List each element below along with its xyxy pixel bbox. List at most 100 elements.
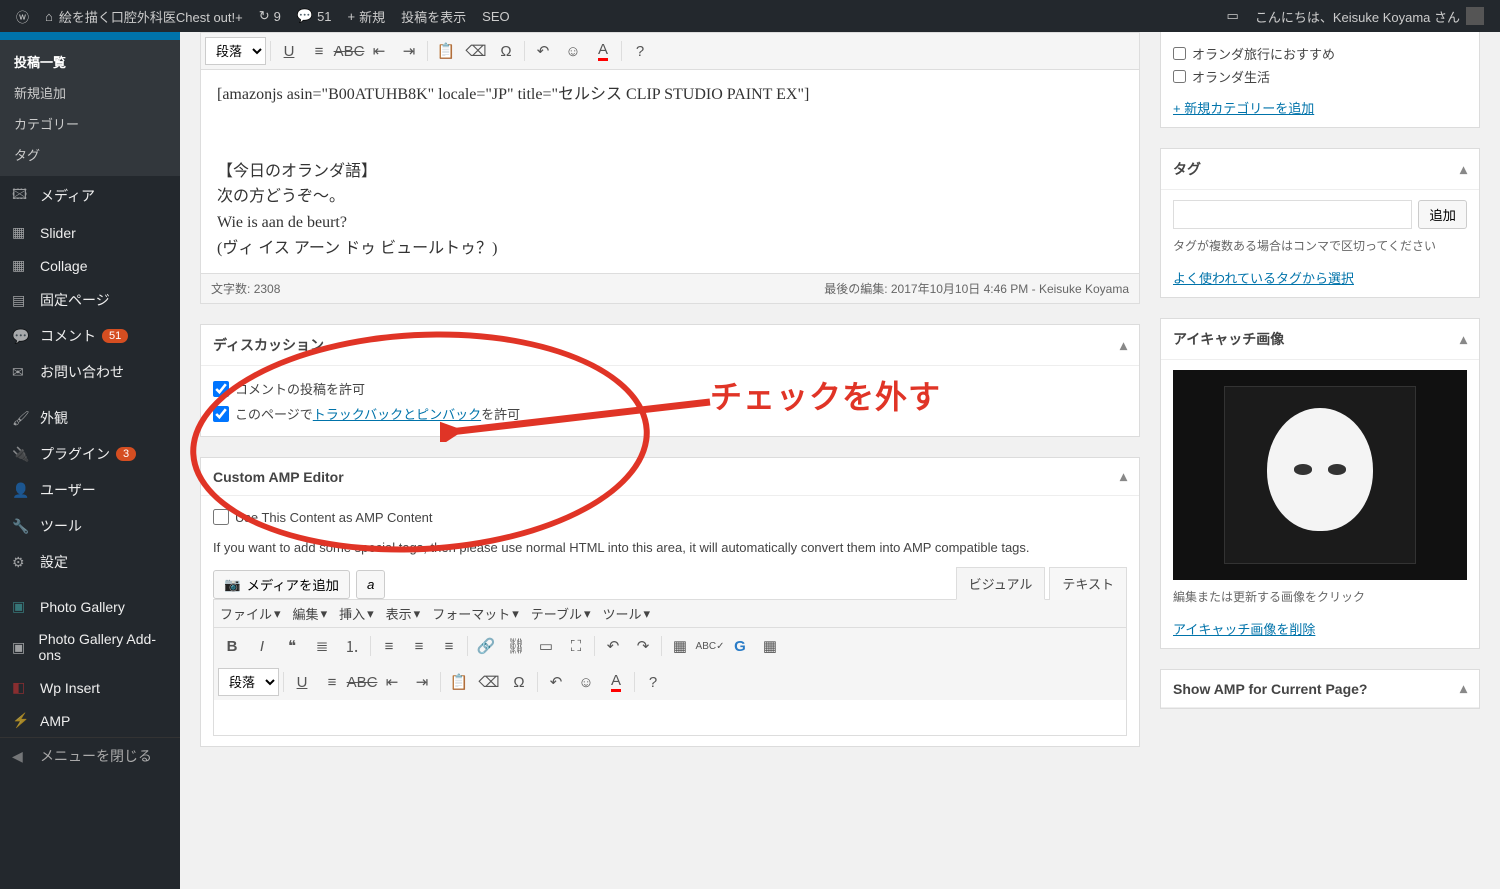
indent-button[interactable]: ⇥ [395,37,423,65]
strike-button[interactable]: ABC [348,668,376,696]
menu-users[interactable]: 👤ユーザー [0,472,180,508]
emoji-button[interactable]: ☺ [572,668,600,696]
clear-format-button[interactable]: ⌫ [462,37,490,65]
remove-featured-link[interactable]: アイキャッチ画像を削除 [1173,622,1315,637]
italic-button[interactable]: I [248,632,276,660]
category-checkbox[interactable] [1173,70,1186,83]
underline-button[interactable]: U [275,37,303,65]
show-amp-header[interactable]: Show AMP for Current Page?▴ [1161,670,1479,708]
help-button[interactable]: ? [639,668,667,696]
menu-format[interactable]: フォーマット ▾ [432,604,519,623]
indent-button[interactable]: ⇥ [408,668,436,696]
justify-button[interactable]: ≡ [305,37,333,65]
numbered-list-button[interactable]: ⒈ [338,632,366,660]
menu-edit[interactable]: 編集 ▾ [293,604,328,623]
menu-media[interactable]: 🖾メディア [0,176,180,216]
special-char-button[interactable]: Ω [505,668,533,696]
bullet-list-button[interactable]: ≣ [308,632,336,660]
amp-editor-header[interactable]: Custom AMP Editor ▴ [201,458,1139,496]
underline-button[interactable]: U [288,668,316,696]
help-button[interactable]: ? [626,37,654,65]
toggle-icon[interactable]: ▴ [1120,337,1127,354]
outdent-button[interactable]: ⇤ [378,668,406,696]
redo-button[interactable]: ↷ [629,632,657,660]
bold-button[interactable]: B [218,632,246,660]
menu-collage[interactable]: ▦Collage [0,249,180,282]
menu-photo-gallery[interactable]: ▣Photo Gallery [0,590,180,623]
menu-settings[interactable]: ⚙設定 [0,544,180,580]
menu-plugins[interactable]: 🔌プラグイン3 [0,436,180,472]
undo-button[interactable]: ↶ [529,37,557,65]
format-select[interactable]: 段落 [205,37,266,65]
comments-bubble[interactable]: 💬51 [289,0,340,32]
justify-button[interactable]: ≡ [318,668,346,696]
allow-pings-row[interactable]: このページでトラックバックとピンバックを許可 [213,401,1127,426]
tab-text[interactable]: テキスト [1049,567,1127,600]
align-right-button[interactable]: ≡ [435,632,463,660]
toggle-icon[interactable]: ▴ [1460,331,1467,348]
site-name[interactable]: ⌂絵を描く口腔外科医Chest out!+ [37,0,251,32]
plugin-button[interactable]: G [726,632,754,660]
view-post[interactable]: 投稿を表示 [393,0,474,32]
emoji-button[interactable]: ☺ [559,37,587,65]
fullscreen-button[interactable]: ⛶ [562,632,590,660]
align-left-button[interactable]: ≡ [375,632,403,660]
more-button[interactable]: ▭ [532,632,560,660]
toggle-icon[interactable]: ▴ [1460,161,1467,178]
spellcheck-button[interactable]: ABC✓ [696,632,724,660]
amp-editor-content[interactable] [213,700,1127,736]
allow-comments-row[interactable]: コメントの投稿を許可 [213,376,1127,401]
submenu-posts-categories[interactable]: カテゴリー [0,108,180,139]
featured-image-header[interactable]: アイキャッチ画像▴ [1161,319,1479,360]
amazon-button[interactable]: a [356,570,385,599]
special-char-button[interactable]: Ω [492,37,520,65]
toggle-icon[interactable]: ▴ [1120,468,1127,485]
new-content[interactable]: +新規 [340,0,394,32]
undo-button[interactable]: ↶ [599,632,627,660]
notifications[interactable]: ▭ [1219,0,1247,32]
paste-button[interactable]: 📋 [432,37,460,65]
menu-photo-gallery-addons[interactable]: ▣Photo Gallery Add-ons [0,623,180,671]
menu-table[interactable]: テーブル ▾ [531,604,591,623]
menu-amp[interactable]: ⚡AMP [0,704,180,737]
blockquote-button[interactable]: ❝ [278,632,306,660]
trackback-link[interactable]: トラックバックとピンバック [313,407,481,422]
menu-comments[interactable]: 💬コメント51 [0,318,180,354]
clear-button[interactable]: ⌫ [475,668,503,696]
unlink-button[interactable]: ⛓ [502,632,530,660]
strikethrough-button[interactable]: ABC [335,37,363,65]
use-amp-content-checkbox[interactable] [213,509,229,525]
table-button[interactable]: ▦ [666,632,694,660]
menu-tools[interactable]: 🔧ツール [0,508,180,544]
amp-format-select[interactable]: 段落 [218,668,279,696]
menu-slider[interactable]: ▦Slider [0,216,180,249]
category-checkbox[interactable] [1173,47,1186,60]
menu-file[interactable]: ファイル ▾ [220,604,281,623]
editor-content-area[interactable]: [amazonjs asin="B00ATUHB8K" locale="JP" … [200,69,1140,274]
menu-pages[interactable]: ▤固定ページ [0,282,180,318]
outdent-button[interactable]: ⇤ [365,37,393,65]
text-color-button[interactable]: A [589,37,617,65]
menu-tools[interactable]: ツール ▾ [603,604,651,623]
menu-insert[interactable]: 挿入 ▾ [339,604,374,623]
text-color-button[interactable]: A [602,668,630,696]
menu-wp-insert[interactable]: ◧Wp Insert [0,671,180,704]
tab-visual[interactable]: ビジュアル [956,567,1046,600]
menu-view[interactable]: 表示 ▾ [386,604,421,623]
align-center-button[interactable]: ≡ [405,632,433,660]
submenu-posts-all[interactable]: 投稿一覧 [0,46,180,77]
featured-image-preview[interactable] [1173,370,1467,580]
tag-input[interactable] [1173,200,1412,229]
popular-tags-link[interactable]: よく使われているタグから選択 [1173,271,1354,286]
use-amp-content-row[interactable]: Use This Content as AMP Content [213,506,1127,528]
discussion-header[interactable]: ディスカッション ▴ [201,325,1139,366]
add-media-button[interactable]: 📷メディアを追加 [213,570,350,599]
seo-menu[interactable]: SEO [474,0,517,32]
menu-contact[interactable]: ✉お問い合わせ [0,354,180,390]
add-category-link[interactable]: + 新規カテゴリーを追加 [1173,101,1314,116]
paste-button[interactable]: 📋 [445,668,473,696]
menu-appearance[interactable]: 🖌外観 [0,400,180,436]
my-account[interactable]: こんにちは、 Keisuke Koyama さん [1247,0,1492,32]
updates[interactable]: ↻9 [251,0,289,32]
toggle-icon[interactable]: ▴ [1460,680,1467,697]
